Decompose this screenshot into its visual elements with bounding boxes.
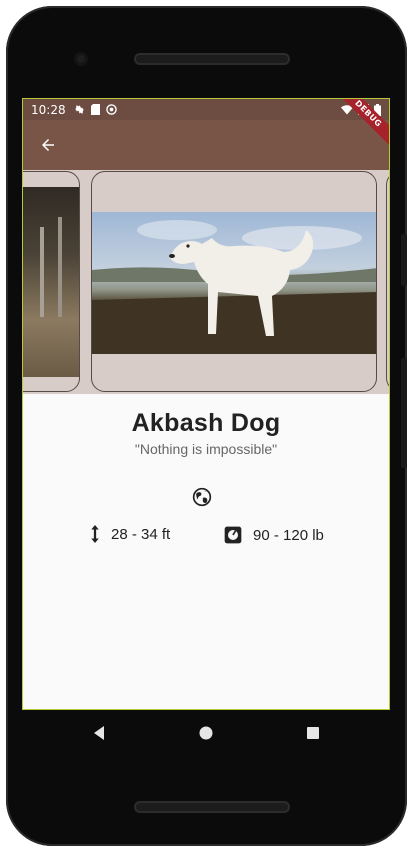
image-carousel[interactable] xyxy=(23,170,389,394)
sd-card-icon xyxy=(90,104,100,115)
weight-value: 90 - 120 lb xyxy=(253,526,324,544)
height-value: 28 - 34 ft xyxy=(111,525,171,543)
vertical-arrows-icon xyxy=(91,525,99,543)
dog-illustration xyxy=(92,220,376,354)
app-screen: 10:28 DEBUG Akbash Dog "Nothing is impos… xyxy=(22,98,390,710)
top-speaker xyxy=(134,53,290,65)
height-stat: 28 - 34 ft xyxy=(89,525,170,543)
triangle-back-icon[interactable] xyxy=(90,724,108,742)
weight-stat: 90 - 120 lb xyxy=(223,525,324,545)
circle-home-icon[interactable] xyxy=(197,724,215,742)
front-camera xyxy=(74,52,88,66)
app-bar xyxy=(23,120,389,170)
back-button[interactable] xyxy=(35,132,61,158)
breed-stats: 28 - 34 ft 90 - 120 lb xyxy=(23,523,389,553)
system-nav-bar xyxy=(22,710,390,756)
sync-icon xyxy=(105,104,117,115)
gear-icon xyxy=(74,105,84,114)
arrow-left-icon xyxy=(42,139,54,151)
akbash-dog-photo xyxy=(92,212,376,354)
breed-header: Akbash Dog "Nothing is impossible" xyxy=(23,394,389,457)
status-bar: 10:28 xyxy=(23,99,389,120)
bottom-speaker xyxy=(134,801,290,813)
scale-icon xyxy=(224,526,242,544)
power-button xyxy=(401,234,407,286)
carousel-card-current[interactable] xyxy=(91,171,377,392)
volume-button xyxy=(401,358,407,468)
square-recent-icon[interactable] xyxy=(304,724,322,742)
breed-motto: "Nothing is impossible" xyxy=(134,441,278,457)
globe-icon[interactable] xyxy=(192,487,212,507)
dog-photo-previous xyxy=(23,187,79,377)
carousel-card-next[interactable] xyxy=(386,171,389,392)
status-time: 10:28 xyxy=(31,102,66,117)
status-icons-left xyxy=(74,104,117,115)
carousel-card-previous[interactable] xyxy=(23,171,80,392)
breed-name: Akbash Dog xyxy=(131,409,281,437)
